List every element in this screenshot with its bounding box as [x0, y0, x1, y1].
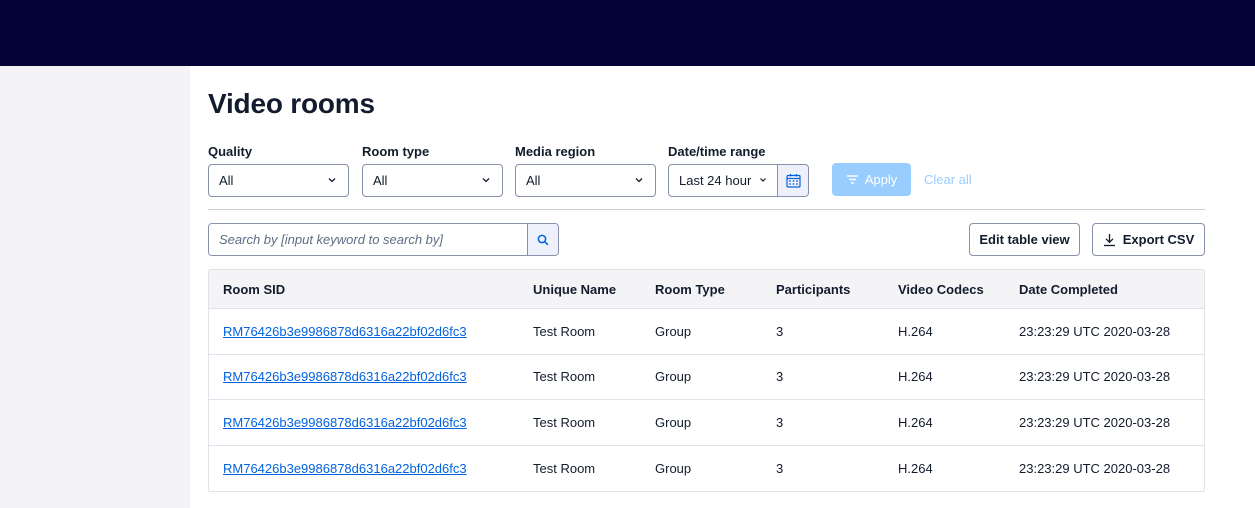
chevron-down-icon [760, 178, 766, 182]
divider [208, 209, 1205, 210]
date-range-filter: Date/time range Last 24 hour [668, 144, 809, 197]
table-row: RM76426b3e9986878d6316a22bf02d6fc3 Test … [209, 400, 1204, 446]
unique-name-cell: Test Room [533, 323, 596, 339]
table-header: Room SID Unique Name Room Type Participa… [209, 270, 1204, 309]
media-region-label: Media region [515, 144, 596, 159]
date-completed-cell: 23:23:29 UTC 2020-03-28 [1019, 414, 1171, 430]
edit-table-view-label: Edit table view [979, 232, 1070, 247]
quality-value: All [219, 173, 234, 188]
room-type-cell: Group [655, 369, 692, 385]
date-completed-cell: 23:23:29 UTC 2020-03-28 [1019, 323, 1171, 339]
video-codec-cell: H.264 [898, 460, 933, 476]
clear-all-button[interactable]: Clear all [924, 163, 972, 196]
search-input[interactable] [209, 224, 527, 255]
room-type-select[interactable]: All [362, 164, 503, 197]
top-bar [0, 0, 1255, 66]
chevron-down-icon [328, 178, 336, 183]
date-completed-cell: 23:23:29 UTC 2020-03-28 [1019, 460, 1171, 476]
unique-name-cell: Test Room [533, 460, 596, 476]
video-codec-cell: H.264 [898, 323, 933, 339]
search-icon [537, 234, 549, 245]
participants-cell: 3 [776, 323, 784, 339]
video-codec-cell: H.264 [898, 369, 933, 385]
room-type-cell: Group [655, 460, 692, 476]
apply-button[interactable]: Apply [832, 163, 911, 196]
calendar-button[interactable] [778, 164, 809, 197]
column-header-unique-name: Unique Name [533, 281, 617, 297]
date-range-value: Last 24 hour [679, 173, 752, 188]
media-region-select[interactable]: All [515, 164, 656, 197]
media-region-filter: Media region All [515, 144, 656, 197]
column-header-room-sid: Room SID [223, 281, 286, 297]
column-header-room-type: Room Type [655, 281, 725, 297]
date-range-select[interactable]: Last 24 hour [668, 164, 778, 197]
search-bar [208, 223, 559, 256]
participants-cell: 3 [776, 369, 784, 385]
export-csv-button[interactable]: Export CSV [1092, 223, 1205, 256]
room-type-cell: Group [655, 323, 692, 339]
room-sid-link[interactable]: RM76426b3e9986878d6316a22bf02d6fc3 [223, 461, 467, 476]
quality-select[interactable]: All [208, 164, 349, 197]
room-sid-link[interactable]: RM76426b3e9986878d6316a22bf02d6fc3 [223, 415, 467, 430]
rooms-table: Room SID Unique Name Room Type Participa… [208, 269, 1205, 492]
room-type-filter: Room type All [362, 144, 503, 197]
room-type-cell: Group [655, 414, 692, 430]
page-title: Video rooms [208, 88, 375, 119]
apply-label: Apply [864, 172, 898, 187]
table-row: RM76426b3e9986878d6316a22bf02d6fc3 Test … [209, 309, 1204, 355]
date-range-label: Date/time range [668, 144, 766, 159]
column-header-participants: Participants [776, 281, 851, 297]
table-row: RM76426b3e9986878d6316a22bf02d6fc3 Test … [209, 446, 1204, 492]
participants-cell: 3 [776, 460, 784, 476]
search-button[interactable] [527, 224, 558, 255]
room-sid-link[interactable]: RM76426b3e9986878d6316a22bf02d6fc3 [223, 369, 467, 384]
chevron-down-icon [635, 178, 643, 183]
edit-table-view-button[interactable]: Edit table view [969, 223, 1080, 256]
media-region-value: All [526, 173, 541, 188]
date-completed-cell: 23:23:29 UTC 2020-03-28 [1019, 369, 1171, 385]
quality-label: Quality [208, 144, 253, 159]
video-codec-cell: H.264 [898, 414, 933, 430]
table-row: RM76426b3e9986878d6316a22bf02d6fc3 Test … [209, 355, 1204, 400]
room-sid-link[interactable]: RM76426b3e9986878d6316a22bf02d6fc3 [223, 324, 467, 339]
download-icon [1103, 233, 1115, 246]
column-header-video-codecs: Video Codecs [898, 281, 984, 297]
chevron-down-icon [482, 178, 490, 183]
main-content: Video rooms Quality All Room type All Me… [208, 66, 1205, 508]
room-type-label: Room type [362, 144, 430, 159]
sidebar [0, 66, 190, 508]
unique-name-cell: Test Room [533, 369, 596, 385]
unique-name-cell: Test Room [533, 414, 596, 430]
participants-cell: 3 [776, 414, 784, 430]
export-csv-label: Export CSV [1122, 232, 1195, 247]
calendar-icon [785, 174, 801, 188]
quality-filter: Quality All [208, 144, 349, 197]
room-type-value: All [373, 173, 388, 188]
column-header-date-completed: Date Completed [1019, 281, 1118, 297]
filter-icon [846, 175, 858, 184]
